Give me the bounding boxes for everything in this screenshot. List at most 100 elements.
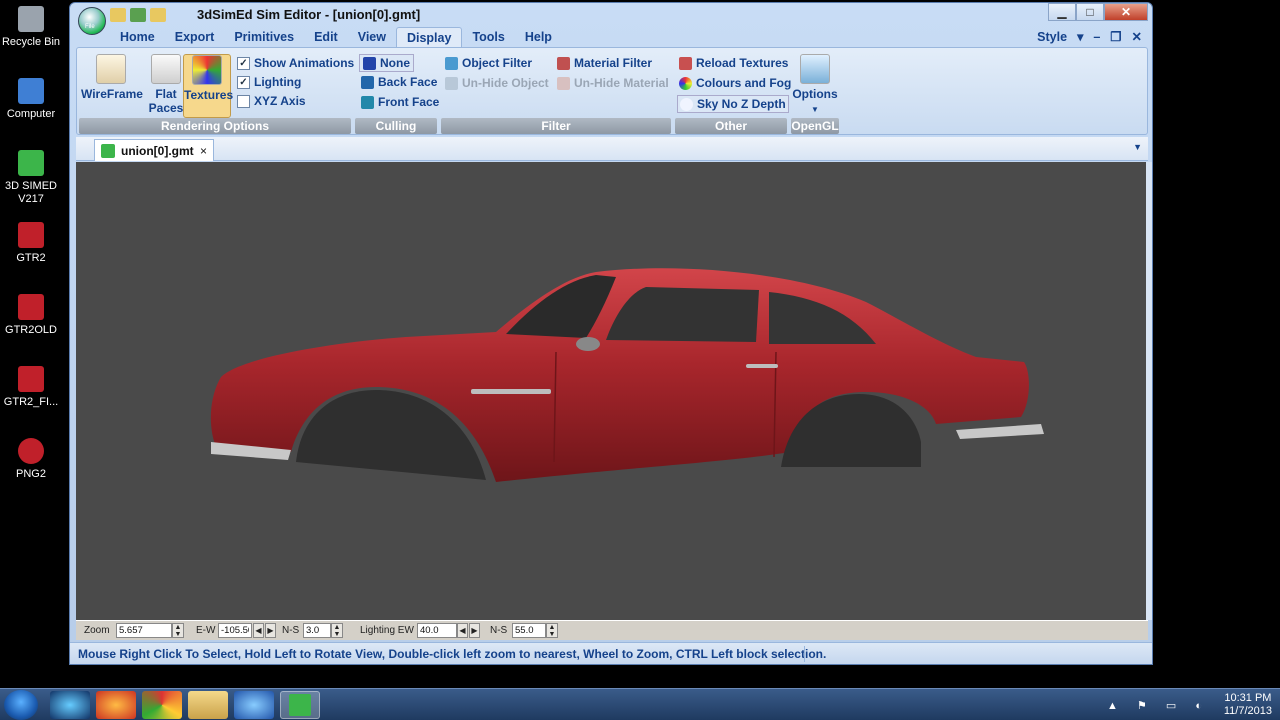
colours-fog-button[interactable]: Colours and Fog [679, 76, 791, 90]
style-dropdown[interactable]: Style [1037, 30, 1067, 44]
tab-export[interactable]: Export [165, 27, 225, 47]
desktop-icon-gtr2old[interactable]: GTR2OLD [0, 294, 62, 337]
color-wheel-icon [679, 76, 692, 90]
chevron-down-icon[interactable]: ▾ [1077, 29, 1083, 44]
save-icon[interactable] [130, 8, 146, 22]
desktop-icon-gtr2[interactable]: GTR2 [0, 222, 62, 265]
desktop-icon-label: GTR2 [16, 252, 46, 264]
textures-button[interactable]: Textures [183, 54, 233, 118]
chrome-taskbar-icon[interactable] [142, 691, 182, 719]
unhide-object-button[interactable]: Un-Hide Object [445, 76, 549, 90]
tab-display[interactable]: Display [395, 27, 463, 47]
lighting-ns-spinner[interactable]: ▲ ▼ [546, 623, 558, 638]
clock[interactable]: 10:31 PM 11/7/2013 [1224, 692, 1272, 718]
explorer-taskbar-icon[interactable] [188, 691, 228, 719]
reload-textures-button[interactable]: Reload Textures [679, 56, 788, 70]
title-bar: File 3dSimEd Sim Editor - [union[0].gmt]… [70, 3, 1152, 35]
3d-viewport[interactable] [76, 162, 1146, 620]
desktop-icon-label: PNG2 [16, 468, 46, 480]
culling-none-button[interactable]: None [359, 54, 414, 72]
gtr2-app-icon [18, 222, 44, 248]
desktop-icon-gtr2-fi[interactable]: GTR2_FI... [0, 366, 62, 409]
desktop-icon-png2[interactable]: PNG2 [0, 438, 62, 481]
ns-input[interactable] [303, 623, 331, 638]
orb-label: File [85, 24, 95, 30]
opengl-options-button[interactable]: Options ▼ [792, 54, 838, 117]
zoom-input[interactable] [116, 623, 172, 638]
wireframe-button[interactable]: WireFrame [81, 54, 143, 101]
group-filter: Object Filter Material Filter Un-Hide Ob… [441, 50, 671, 134]
window-controls: ▁ □ ✕ [1048, 3, 1148, 21]
object-filter-button[interactable]: Object Filter [445, 56, 532, 70]
lighting-label: Lighting [254, 75, 302, 89]
ew-left-arrow[interactable]: ◀ [253, 623, 264, 638]
unhide-material-button[interactable]: Un-Hide Material [557, 76, 669, 90]
colours-fog-label: Colours and Fog [696, 76, 792, 90]
material-filter-button[interactable]: Material Filter [557, 56, 652, 70]
tab-tools[interactable]: Tools [462, 27, 514, 47]
minimize-button[interactable]: ▁ [1048, 3, 1076, 21]
minimize-doc-icon[interactable]: – [1093, 30, 1100, 44]
system-tray-icons[interactable]: ▲ ⚑ ▭ ◐ [1107, 699, 1210, 712]
xyz-axis-checkbox[interactable]: XYZ Axis [237, 94, 306, 108]
close-button[interactable]: ✕ [1104, 3, 1148, 21]
desktop-icon-recycle-bin[interactable]: Recycle Bin [0, 6, 62, 49]
quick-access-toolbar [110, 8, 166, 22]
desktop-icon-3dsimed[interactable]: 3D SIMED V217 [0, 150, 62, 206]
close-doc-icon[interactable]: ✕ [1132, 29, 1142, 44]
internet-explorer-taskbar-icon[interactable] [50, 691, 90, 719]
flat-faces-label-line2: Paces [148, 101, 184, 115]
tab-primitives[interactable]: Primitives [224, 27, 304, 47]
close-tab-icon[interactable]: × [200, 144, 207, 158]
lighting-ew-input[interactable] [417, 623, 457, 638]
culling-front-face-button[interactable]: Front Face [361, 95, 439, 109]
tab-edit[interactable]: Edit [304, 27, 348, 47]
open-folder-icon[interactable] [110, 8, 126, 22]
lighting-ew-right-arrow[interactable]: ▶ [469, 623, 480, 638]
folder-icon[interactable] [150, 8, 166, 22]
show-animations-checkbox[interactable]: ✓ Show Animations [237, 56, 354, 70]
tab-home[interactable]: Home [110, 27, 165, 47]
flat-faces-label-line1: Flat [155, 87, 177, 101]
cube-front-face-icon [361, 95, 374, 109]
group-label-other: Other [675, 118, 787, 134]
file-orb-button[interactable]: File [78, 7, 106, 35]
desktop-icon-computer[interactable]: Computer [0, 78, 62, 121]
opengl-icon [800, 54, 830, 84]
tab-help[interactable]: Help [515, 27, 562, 47]
tab-view[interactable]: View [348, 27, 396, 47]
lighting-ns-input[interactable] [512, 623, 546, 638]
firefox-taskbar-icon[interactable] [96, 691, 136, 719]
viewport-scrollbar[interactable] [1146, 162, 1152, 620]
group-culling: None Back Face Front Face Culling [355, 50, 439, 134]
unhide-material-icon [557, 76, 570, 90]
unhide-object-icon [445, 76, 458, 90]
ew-right-arrow[interactable]: ▶ [265, 623, 276, 638]
ns-spinner[interactable]: ▲ ▼ [331, 623, 343, 638]
material-filter-icon [557, 56, 570, 70]
status-separator [804, 646, 805, 662]
sky-icon [680, 97, 693, 111]
culling-back-face-button[interactable]: Back Face [361, 75, 437, 89]
lighting-checkbox[interactable]: ✓ Lighting [237, 75, 301, 89]
xyz-axis-label: XYZ Axis [254, 94, 306, 108]
3dsimed-taskbar-button[interactable] [280, 691, 320, 719]
document-tab-bar: union[0].gmt × ▼ [76, 137, 1148, 161]
lighting-ew-left-arrow[interactable]: ◀ [457, 623, 468, 638]
zoom-spinner[interactable]: ▲ ▼ [172, 623, 184, 638]
desktop-icon-label: Recycle Bin [1, 36, 61, 48]
sky-no-z-depth-button[interactable]: Sky No Z Depth [677, 95, 789, 113]
tab-list-chevron-icon[interactable]: ▼ [1133, 142, 1142, 152]
start-button[interactable] [4, 690, 38, 720]
group-other: Reload Textures Colours and Fog Sky No Z… [675, 50, 791, 134]
upload-arrow-taskbar-icon[interactable] [234, 691, 274, 719]
maximize-button[interactable]: □ [1076, 3, 1104, 21]
gtr2-fi-app-icon [18, 366, 44, 392]
3dsimed-taskbar-icon [289, 694, 311, 716]
document-tab[interactable]: union[0].gmt × [94, 139, 214, 161]
ew-input[interactable] [218, 623, 252, 638]
restore-doc-icon[interactable]: ❐ [1110, 29, 1121, 44]
object-filter-icon [445, 56, 458, 70]
show-animations-label: Show Animations [254, 56, 355, 70]
taskbar: ▲ ⚑ ▭ ◐ 10:31 PM 11/7/2013 [0, 688, 1280, 720]
